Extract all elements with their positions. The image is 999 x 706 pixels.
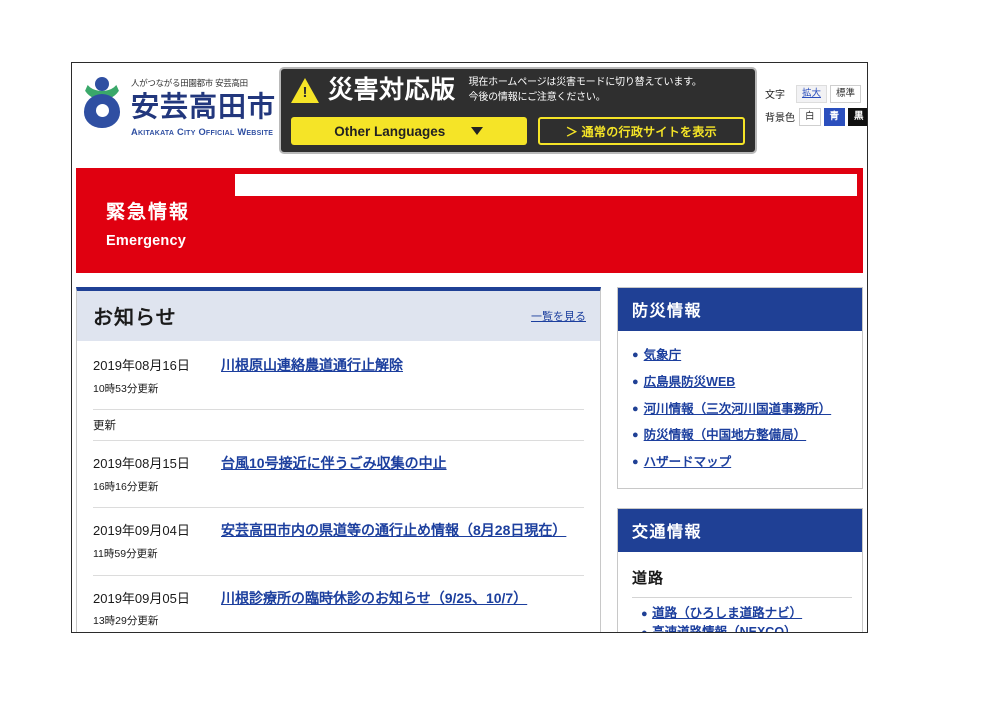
bullet-icon: ●: [632, 349, 639, 361]
disaster-link-river-info[interactable]: 河川情報（三次河川国道事務所）: [644, 400, 832, 419]
disaster-info-list: ● 気象庁 ● 広島県防災WEB ● 河川情報（三次河川国道事務所） ● 防災情…: [632, 342, 852, 476]
background-blue-button[interactable]: 青: [823, 107, 846, 126]
accessibility-controls: 文字 拡大 標準 背景色 白 青 黒: [757, 63, 867, 158]
disaster-info-box: 防災情報 ● 気象庁 ● 広島県防災WEB ● 河川情報（三次河川国道事務所） …: [617, 287, 863, 489]
traffic-link-expressway[interactable]: 高速道路情報（NEXCO）: [652, 625, 796, 632]
disaster-description-line1: 現在ホームページは災害モードに切り替えています。: [468, 77, 702, 88]
background-color-label: 背景色: [765, 113, 795, 125]
notice-date-value: 2019年08月15日: [93, 456, 190, 472]
website-page-frame: 人がつながる田園都市 安芸高田 安芸高田市 Akitakata City Off…: [71, 62, 868, 633]
notice-status-label: 更新: [93, 420, 116, 433]
notice-item: 2019年08月15日 16時16分更新 台風10号接近に伴うごみ収集の中止: [93, 441, 584, 509]
disaster-description-line2: 今後の情報にご注意ください。: [468, 91, 606, 103]
notice-date-value: 2019年09月04日: [93, 523, 190, 539]
notices-view-all-link[interactable]: 一覧を見る: [531, 308, 586, 324]
notice-date-value: 2019年09月05日: [93, 590, 190, 606]
bullet-icon: ●: [632, 375, 639, 388]
notices-title: お知らせ: [93, 307, 177, 329]
text-size-control: 文字 拡大 標準: [765, 85, 861, 103]
list-item[interactable]: ● 防災情報（中国地方整備局）: [632, 422, 852, 449]
notice-link[interactable]: 川根診療所の臨時休診のお知らせ（9/25、10/7）: [221, 588, 527, 609]
text-size-enlarge-button[interactable]: 拡大: [795, 85, 827, 103]
notice-time-value: 16時16分更新: [93, 480, 159, 493]
disaster-banner-description: 現在ホームページは災害モードに切り替えています。 今後の情報にご注意ください。: [465, 75, 702, 105]
text-size-label: 文字: [765, 90, 785, 102]
notice-date: 2019年09月05日 13時29分更新: [93, 588, 209, 631]
notice-time-value: 13時29分更新: [93, 615, 159, 628]
background-white-button[interactable]: 白: [799, 107, 821, 126]
sidebar-column: 防災情報 ● 気象庁 ● 広島県防災WEB ● 河川情報（三次河川国道事務所） …: [617, 287, 863, 632]
city-logo-icon: [80, 74, 124, 128]
traffic-link-road-navi[interactable]: 道路（ひろしま道路ナビ）: [652, 606, 802, 620]
notice-date: 2019年08月16日 10時53分更新: [93, 355, 209, 398]
traffic-info-box: 交通情報 道路 ● 道路（ひろしま道路ナビ） ● 高速道路情報（NEXCO）: [617, 507, 863, 632]
other-languages-label: Other Languages: [334, 123, 446, 139]
notices-list: 2019年08月16日 10時53分更新 川根原山連絡農道通行止解除 更新 20…: [77, 341, 600, 632]
site-header: 人がつながる田園都市 安芸高田 安芸高田市 Akitakata City Off…: [72, 63, 867, 158]
list-item[interactable]: ● 高速道路情報（NEXCO）: [641, 623, 852, 632]
list-item[interactable]: ● 広島県防災WEB: [632, 369, 852, 396]
notice-link[interactable]: 川根原山連絡農道通行止解除: [221, 355, 403, 376]
bullet-icon: ●: [632, 402, 639, 415]
chevron-down-icon: [471, 127, 484, 135]
notice-link[interactable]: 安芸高田市内の県道等の通行止め情報（8月28日現在）: [221, 520, 566, 541]
list-item[interactable]: ● ハザードマップ: [632, 449, 852, 476]
notice-status-row: 更新: [93, 410, 584, 442]
bullet-icon: ●: [641, 627, 648, 632]
site-logo[interactable]: 人がつながる田園都市 安芸高田 安芸高田市 Akitakata City Off…: [72, 63, 277, 158]
notice-item: 2019年08月16日 10時53分更新 川根原山連絡農道通行止解除: [93, 343, 584, 411]
bullet-icon: ●: [632, 456, 639, 468]
text-size-standard-button[interactable]: 標準: [829, 85, 861, 103]
traffic-subhead-road: 道路: [632, 569, 665, 587]
traffic-info-title: 交通情報: [618, 508, 862, 552]
list-item[interactable]: ● 気象庁: [632, 342, 852, 369]
divider: [632, 596, 852, 598]
notice-item: 2019年09月04日 11時59分更新 安芸高田市内の県道等の通行止め情報（8…: [93, 508, 584, 576]
notice-item: 2019年09月05日 13時29分更新 川根診療所の臨時休診のお知らせ（9/2…: [93, 576, 584, 632]
notice-time-value: 10時53分更新: [93, 382, 159, 395]
normal-site-button[interactable]: ＞ 通常の行政サイトを表示: [537, 117, 745, 145]
other-languages-button[interactable]: Other Languages: [291, 117, 527, 145]
main-content: お知らせ 一覧を見る 2019年08月16日 10時53分更新 川根原山連絡農道…: [72, 273, 867, 632]
notice-date: 2019年09月04日 11時59分更新: [93, 520, 209, 563]
emergency-title-en: Emergency: [106, 232, 186, 249]
disaster-link-jma[interactable]: 気象庁: [644, 346, 682, 365]
background-color-control: 背景色 白 青 黒: [765, 107, 867, 126]
disaster-link-hiroshima-web[interactable]: 広島県防災WEB: [644, 373, 736, 392]
notice-date-value: 2019年08月16日: [93, 358, 190, 373]
background-black-button[interactable]: 黒: [848, 107, 867, 126]
emergency-input[interactable]: [235, 174, 857, 196]
notice-date: 2019年08月15日 16時16分更新: [93, 453, 209, 496]
notice-link[interactable]: 台風10号接近に伴うごみ収集の中止: [221, 453, 447, 474]
notices-panel: お知らせ 一覧を見る 2019年08月16日 10時53分更新 川根原山連絡農道…: [76, 287, 601, 632]
notices-header: お知らせ 一覧を見る: [77, 291, 600, 341]
list-item[interactable]: ● 河川情報（三次河川国道事務所）: [632, 396, 852, 423]
warning-triangle-icon: [291, 77, 319, 103]
emergency-banner: 緊急情報 Emergency: [76, 168, 863, 273]
list-item[interactable]: ● 道路（ひろしま道路ナビ）: [641, 604, 852, 624]
emergency-title-jp: 緊急情報: [106, 202, 191, 223]
bullet-icon: ●: [641, 607, 648, 620]
bullet-icon: ●: [632, 429, 639, 442]
logo-city-name: 安芸高田市: [131, 91, 277, 122]
notice-time-value: 11時59分更新: [93, 547, 158, 560]
disaster-mode-banner: 災害対応版 現在ホームページは災害モードに切り替えています。 今後の情報にご注意…: [279, 67, 757, 154]
disaster-info-title: 防災情報: [618, 288, 862, 331]
logo-tagline: 人がつながる田園都市 安芸高田: [131, 78, 248, 88]
disaster-link-hazard-map[interactable]: ハザードマップ: [644, 453, 732, 472]
disaster-link-chugoku-bureau[interactable]: 防災情報（中国地方整備局）: [644, 426, 807, 445]
logo-english-name: Akitakata City Official Website: [131, 127, 274, 138]
notices-column: お知らせ 一覧を見る 2019年08月16日 10時53分更新 川根原山連絡農道…: [76, 287, 601, 632]
traffic-info-list: ● 道路（ひろしま道路ナビ） ● 高速道路情報（NEXCO）: [632, 604, 852, 632]
disaster-banner-title: 災害対応版: [328, 75, 456, 104]
emergency-labels: 緊急情報 Emergency: [106, 199, 190, 249]
